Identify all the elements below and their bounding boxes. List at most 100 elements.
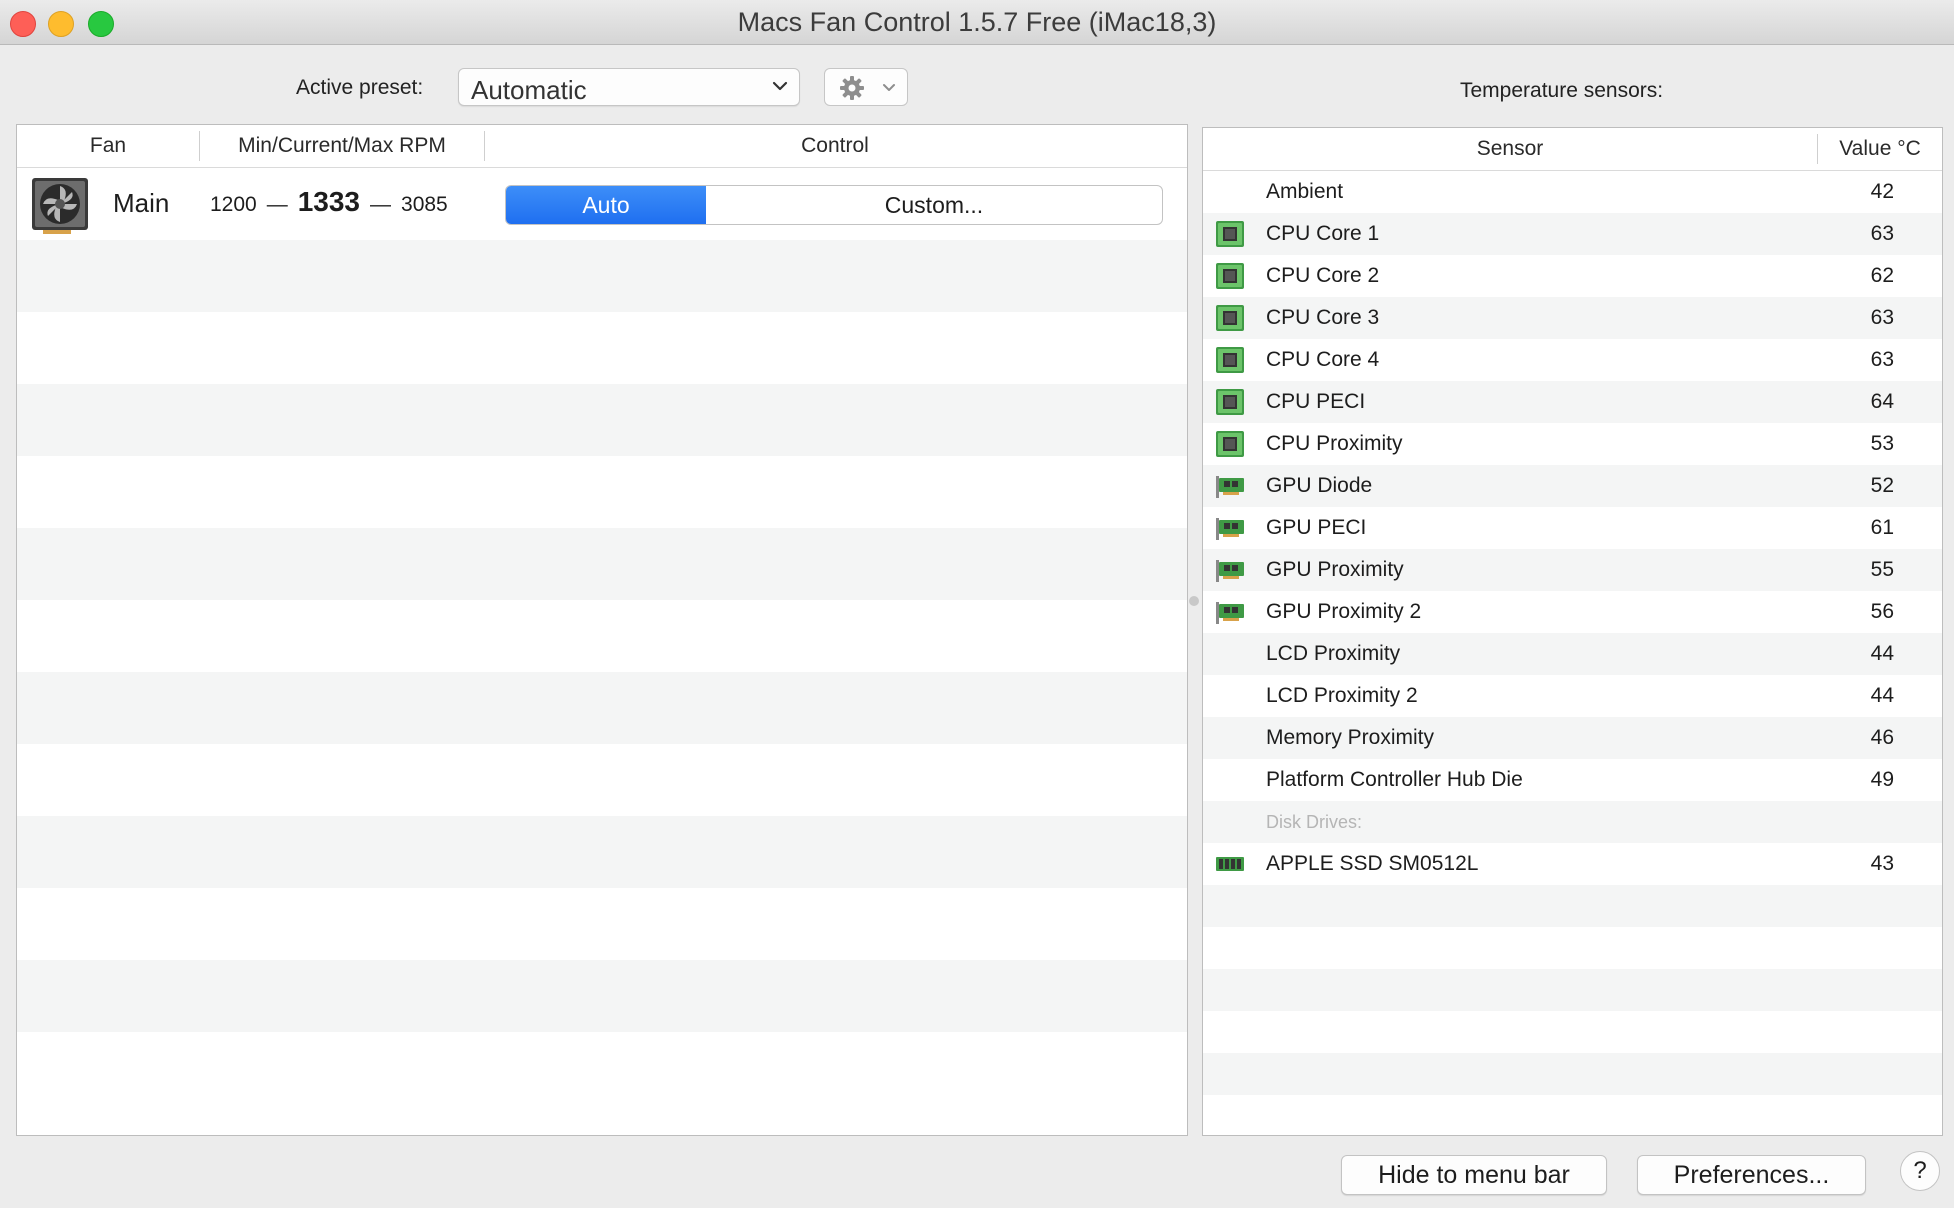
cpu-chip-icon xyxy=(1216,347,1244,373)
table-row[interactable]: Ambient 42 xyxy=(1203,171,1942,213)
table-stripe xyxy=(17,528,1187,600)
cpu-chip-icon xyxy=(1216,431,1244,457)
sensors-table: Sensor Value °C Ambient 42 CPU Core 1 63 CPU… xyxy=(1202,127,1943,1136)
active-preset-label: Active preset: xyxy=(296,76,424,99)
sensor-name: Platform Controller Hub Die xyxy=(1266,768,1523,791)
table-row[interactable]: Main 1200 — 1333 — 3085 Auto Custom... xyxy=(17,168,1187,240)
app-window: Macs Fan Control 1.5.7 Free (iMac18,3) A… xyxy=(0,0,1954,1208)
table-stripe xyxy=(17,240,1187,312)
help-button[interactable]: ? xyxy=(1900,1151,1940,1191)
sensor-name: APPLE SSD SM0512L xyxy=(1266,852,1479,875)
table-row[interactable]: Memory Proximity 46 xyxy=(1203,717,1942,759)
fan-max-rpm: 3085 xyxy=(401,193,448,216)
rpm-separator: — xyxy=(370,193,392,216)
ssd-icon xyxy=(1216,857,1244,871)
cpu-chip-icon xyxy=(1216,221,1244,247)
fans-table-background xyxy=(17,168,1187,1135)
fan-icon xyxy=(32,178,88,234)
sensor-name: CPU PECI xyxy=(1266,390,1366,413)
column-header-control[interactable]: Control xyxy=(485,125,1185,167)
sensor-value: 61 xyxy=(1870,516,1894,539)
fan-min-rpm: 1200 xyxy=(210,193,257,216)
gear-icon xyxy=(840,76,864,100)
table-row[interactable]: CPU Core 1 63 xyxy=(1203,213,1942,255)
table-row[interactable]: GPU Proximity 2 56 xyxy=(1203,591,1942,633)
sensor-name: CPU Core 1 xyxy=(1266,222,1380,245)
table-row[interactable]: CPU Core 3 63 xyxy=(1203,297,1942,339)
sensor-value: 63 xyxy=(1870,306,1894,329)
table-row[interactable]: CPU Core 4 63 xyxy=(1203,339,1942,381)
sensor-value: 64 xyxy=(1870,390,1894,413)
sensor-value: 42 xyxy=(1870,180,1894,203)
column-header-value[interactable]: Value °C xyxy=(1818,128,1942,170)
table-row[interactable]: CPU Core 2 62 xyxy=(1203,255,1942,297)
sensor-name: GPU Proximity xyxy=(1266,558,1404,581)
custom-control-button[interactable]: Custom... xyxy=(706,186,1162,224)
title-bar[interactable]: Macs Fan Control 1.5.7 Free (iMac18,3) xyxy=(0,0,1954,45)
sensor-value: 43 xyxy=(1870,852,1894,875)
table-row[interactable]: GPU PECI 61 xyxy=(1203,507,1942,549)
table-row[interactable]: Platform Controller Hub Die 49 xyxy=(1203,759,1942,801)
gpu-card-icon xyxy=(1216,476,1244,498)
sensor-value: 52 xyxy=(1870,474,1894,497)
sensor-value: 44 xyxy=(1870,642,1894,665)
sensor-value: 63 xyxy=(1870,348,1894,371)
table-stripe xyxy=(17,384,1187,456)
cpu-chip-icon xyxy=(1216,263,1244,289)
sensor-name: CPU Proximity xyxy=(1266,432,1403,455)
auto-control-button[interactable]: Auto xyxy=(506,186,706,224)
sensor-value: 46 xyxy=(1870,726,1894,749)
table-stripe xyxy=(1203,1095,1942,1135)
table-row[interactable]: CPU PECI 64 xyxy=(1203,381,1942,423)
sensor-name: CPU Core 4 xyxy=(1266,348,1380,371)
sensor-value: 55 xyxy=(1870,558,1894,581)
table-row[interactable]: LCD Proximity 44 xyxy=(1203,633,1942,675)
table-row[interactable]: GPU Diode 52 xyxy=(1203,465,1942,507)
sensor-name: CPU Core 3 xyxy=(1266,306,1380,329)
column-header-sensor[interactable]: Sensor xyxy=(1203,128,1817,170)
sensor-name: LCD Proximity 2 xyxy=(1266,684,1418,707)
table-stripe xyxy=(1203,1011,1942,1053)
table-stripe xyxy=(17,816,1187,888)
sensor-name: Ambient xyxy=(1266,180,1344,203)
table-row[interactable]: LCD Proximity 2 44 xyxy=(1203,675,1942,717)
preset-actions-button[interactable] xyxy=(824,68,908,106)
sensor-value: 53 xyxy=(1870,432,1894,455)
table-stripe xyxy=(1203,885,1942,927)
sensor-value: 49 xyxy=(1870,768,1894,791)
gpu-card-icon xyxy=(1216,602,1244,624)
table-row[interactable]: APPLE SSD SM0512L 43 xyxy=(1203,843,1942,885)
table-stripe xyxy=(1203,969,1942,1011)
preset-value: Automatic xyxy=(471,75,587,105)
table-stripe xyxy=(1203,927,1942,969)
table-row[interactable]: GPU Proximity 55 xyxy=(1203,549,1942,591)
chevron-down-icon xyxy=(772,81,788,91)
preferences-button[interactable]: Preferences... xyxy=(1637,1155,1866,1195)
hide-to-menu-bar-button[interactable]: Hide to menu bar xyxy=(1341,1155,1607,1195)
split-view-handle[interactable] xyxy=(1189,596,1199,606)
sensor-name: CPU Core 2 xyxy=(1266,264,1380,287)
sensor-name: GPU Proximity 2 xyxy=(1266,600,1422,623)
temperature-sensors-label: Temperature sensors: xyxy=(1460,79,1664,102)
chevron-down-icon xyxy=(883,84,895,91)
sensor-name: Memory Proximity xyxy=(1266,726,1435,749)
column-header-rpm[interactable]: Min/Current/Max RPM xyxy=(200,125,484,167)
window-title: Macs Fan Control 1.5.7 Free (iMac18,3) xyxy=(737,7,1217,37)
table-stripe xyxy=(1203,1053,1942,1095)
sensors-table-header: Sensor Value °C xyxy=(1203,128,1942,171)
sensor-name: LCD Proximity xyxy=(1266,642,1401,665)
fan-control-segmented: Auto Custom... xyxy=(505,185,1163,225)
table-stripe xyxy=(17,960,1187,1032)
disk-drives-heading: Disk Drives: xyxy=(1266,812,1363,832)
gpu-card-icon xyxy=(1216,560,1244,582)
fans-table: Fan Min/Current/Max RPM Control Main 120… xyxy=(16,124,1188,1136)
sensor-value: 62 xyxy=(1870,264,1894,287)
preset-select[interactable]: Automatic xyxy=(458,68,800,106)
cpu-chip-icon xyxy=(1216,389,1244,415)
column-header-fan[interactable]: Fan xyxy=(17,125,199,167)
group-heading-row: Disk Drives: xyxy=(1203,801,1942,843)
sensor-name: GPU PECI xyxy=(1266,516,1367,539)
fans-table-header: Fan Min/Current/Max RPM Control xyxy=(17,125,1187,168)
table-row[interactable]: CPU Proximity 53 xyxy=(1203,423,1942,465)
fan-rpm-readout: 1200 — 1333 — 3085 xyxy=(210,186,448,218)
